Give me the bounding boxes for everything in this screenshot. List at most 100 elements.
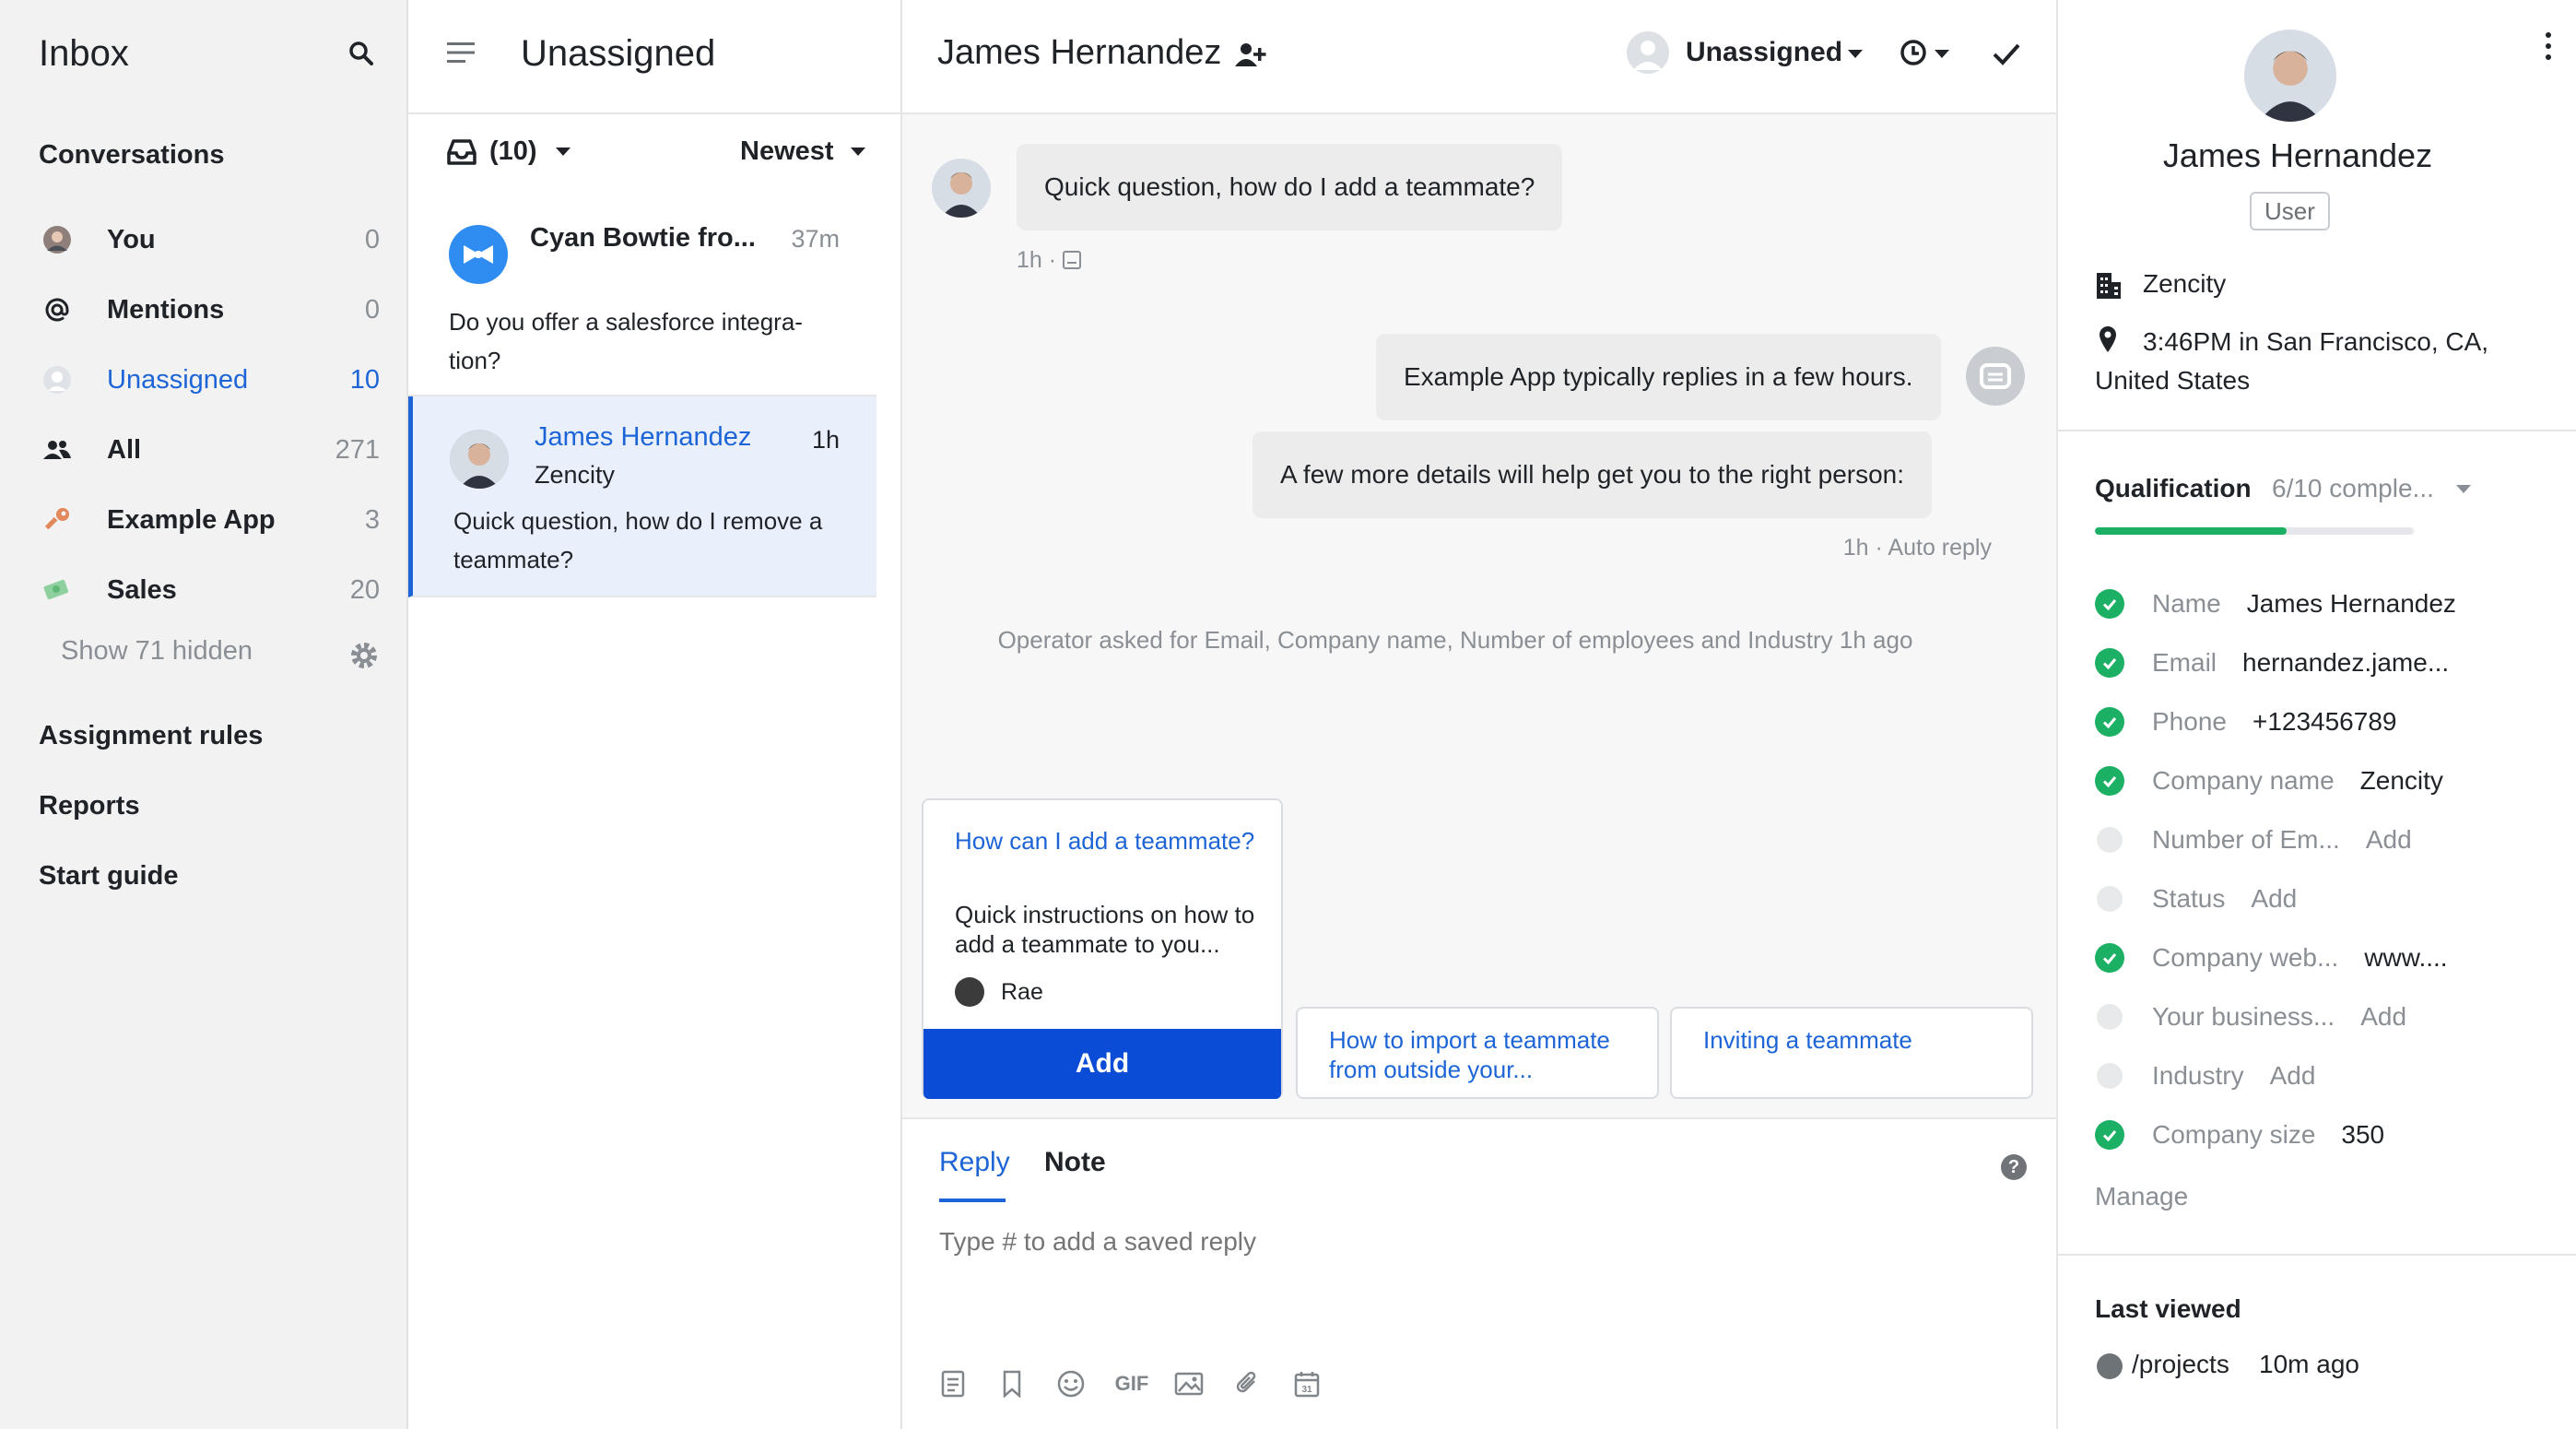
bookmark-icon[interactable]: [996, 1368, 1028, 1399]
conversation-company: Zencity: [535, 461, 616, 489]
sidebar-item-example-app[interactable]: Example App 3: [37, 492, 380, 548]
article-suggestion-card[interactable]: How can I add a teammate? Quick instruct…: [922, 798, 1283, 1099]
attribute-value[interactable]: hernandez.jame...: [2242, 648, 2449, 678]
attribute-key: Company web...: [2152, 943, 2339, 972]
attribute-value[interactable]: Add: [2270, 1061, 2316, 1091]
assignee-dropdown[interactable]: Unassigned: [1686, 37, 1842, 68]
avatar: [932, 159, 991, 218]
image-icon[interactable]: [1173, 1368, 1205, 1399]
tab-reply[interactable]: Reply: [939, 1147, 1010, 1178]
sidebar-item-label: Mentions: [107, 294, 225, 325]
menu-icon[interactable]: [447, 41, 475, 65]
sidebar-item-all[interactable]: All 271: [37, 422, 380, 478]
attribute-value[interactable]: Zencity: [2360, 766, 2443, 796]
attribute-row[interactable]: Company web... www....: [2095, 935, 2556, 981]
attribute-row[interactable]: Email hernandez.jame...: [2095, 640, 2556, 686]
sidebar-item-count: 0: [364, 224, 380, 254]
reports-link[interactable]: Reports: [39, 791, 140, 821]
user-company[interactable]: Zencity: [2143, 269, 2226, 299]
help-icon[interactable]: ?: [2001, 1154, 2027, 1180]
manage-attributes-link[interactable]: Manage: [2095, 1182, 2188, 1211]
add-person-icon[interactable]: [1234, 41, 1267, 70]
attribute-value[interactable]: Add: [2366, 825, 2412, 855]
calendar-icon[interactable]: 31: [1291, 1368, 1323, 1399]
qualification-status[interactable]: 6/10 comple...: [2272, 474, 2434, 503]
qualification-progress-fill: [2095, 527, 2287, 535]
attribute-row[interactable]: Company name Zencity: [2095, 758, 2556, 804]
emoji-icon[interactable]: [1055, 1368, 1087, 1399]
reply-input[interactable]: [939, 1219, 1953, 1265]
check-icon[interactable]: [1990, 37, 2023, 70]
inbox-title: Inbox: [39, 33, 129, 74]
attribute-row[interactable]: Phone +123456789: [2095, 699, 2556, 745]
tray-count[interactable]: (10): [489, 136, 537, 167]
chevron-down-icon[interactable]: [1848, 50, 1863, 58]
attribute-value[interactable]: +123456789: [2253, 707, 2397, 737]
attribute-value[interactable]: www....: [2364, 943, 2447, 973]
article-suggestion-card[interactable]: Inviting a teammate: [1670, 1007, 2033, 1099]
sort-dropdown[interactable]: Newest: [740, 136, 834, 167]
conversation-time: 37m: [791, 225, 840, 253]
reply-composer: Reply Note ? GIF 31: [902, 1117, 2056, 1429]
check-circle-icon: [2095, 943, 2124, 973]
show-hidden-link[interactable]: Show 71 hidden: [61, 636, 253, 667]
attachment-icon[interactable]: [1232, 1368, 1264, 1399]
attribute-value[interactable]: Add: [2251, 884, 2297, 914]
attribute-row[interactable]: Your business... Add: [2095, 994, 2556, 1040]
conversation-item-selected[interactable]: James Hernandez 1h Zencity Quick questio…: [408, 396, 876, 597]
sidebar-item-you[interactable]: You 0: [37, 212, 380, 267]
article-author: Rae: [1001, 979, 1043, 1005]
inbox-sidebar: Inbox Conversations You 0 Mentions 0 Una…: [0, 0, 408, 1429]
sidebar-item-mentions[interactable]: Mentions 0: [37, 282, 380, 337]
attribute-row[interactable]: Company size 350: [2095, 1112, 2556, 1158]
article-title[interactable]: How to import a teammate from outside yo…: [1329, 1025, 1642, 1084]
attribute-value[interactable]: James Hernandez: [2247, 589, 2456, 619]
qualification-progress: [2095, 527, 2414, 535]
attribute-value[interactable]: Add: [2360, 1002, 2406, 1032]
bowtie-avatar-icon: [449, 225, 508, 284]
article-title[interactable]: How can I add a teammate?: [955, 826, 1259, 856]
attribute-row[interactable]: Name James Hernandez: [2095, 581, 2556, 627]
start-guide-link[interactable]: Start guide: [39, 861, 178, 892]
attribute-row[interactable]: Status Add: [2095, 876, 2556, 922]
attribute-key: Status: [2152, 884, 2226, 913]
attribute-row[interactable]: Number of Em... Add: [2095, 817, 2556, 863]
article-suggestion-card[interactable]: How to import a teammate from outside yo…: [1296, 1007, 1659, 1099]
message-bubble: Example App typically replies in a few h…: [1376, 334, 1941, 420]
assignee-avatar[interactable]: [1627, 31, 1669, 74]
seen-icon: [1063, 251, 1081, 269]
at-icon: [37, 289, 77, 330]
user-avatar[interactable]: [2244, 30, 2336, 122]
chevron-down-icon[interactable]: [2456, 485, 2471, 493]
chevron-down-icon[interactable]: [556, 148, 570, 156]
sidebar-item-label: Sales: [107, 574, 177, 605]
chevron-down-icon[interactable]: [1935, 50, 1949, 58]
sidebar-item-label: Example App: [107, 504, 276, 535]
tab-note[interactable]: Note: [1044, 1147, 1106, 1178]
last-viewed-time: 10m ago: [2259, 1350, 2359, 1378]
article-description: Quick instructions on how to add a teamm…: [955, 901, 1255, 958]
inbox-tray-icon[interactable]: [445, 136, 478, 168]
attribute-value[interactable]: 350: [2341, 1120, 2384, 1150]
attribute-key: Phone: [2152, 707, 2227, 736]
add-article-button[interactable]: Add: [923, 1029, 1281, 1099]
last-viewed-path[interactable]: /projects: [2132, 1350, 2229, 1379]
conversation-item[interactable]: Cyan Bowtie fro... 37m Do you offer a sa…: [408, 195, 876, 396]
article-icon[interactable]: [937, 1368, 969, 1399]
check-circle-icon: [2095, 589, 2124, 619]
sidebar-item-unassigned[interactable]: Unassigned 10: [37, 352, 380, 407]
user-local-time: 3:46PM in San Francisco, CA, United Stat…: [2095, 327, 2489, 395]
chevron-down-icon[interactable]: [851, 148, 865, 156]
qualification-title[interactable]: Qualification: [2095, 474, 2252, 503]
check-circle-icon: [2095, 1120, 2124, 1150]
sidebar-item-sales[interactable]: Sales 20: [37, 562, 380, 618]
gear-icon[interactable]: [348, 640, 380, 671]
more-options-icon[interactable]: [2543, 28, 2554, 65]
gif-icon[interactable]: GIF: [1109, 1368, 1155, 1399]
article-title[interactable]: Inviting a teammate: [1703, 1025, 2017, 1055]
assignment-rules-link[interactable]: Assignment rules: [39, 721, 263, 751]
search-icon[interactable]: [347, 39, 376, 68]
clock-icon[interactable]: [1898, 37, 1929, 68]
attribute-row[interactable]: Industry Add: [2095, 1053, 2556, 1099]
attribute-key: Your business...: [2152, 1002, 2335, 1031]
